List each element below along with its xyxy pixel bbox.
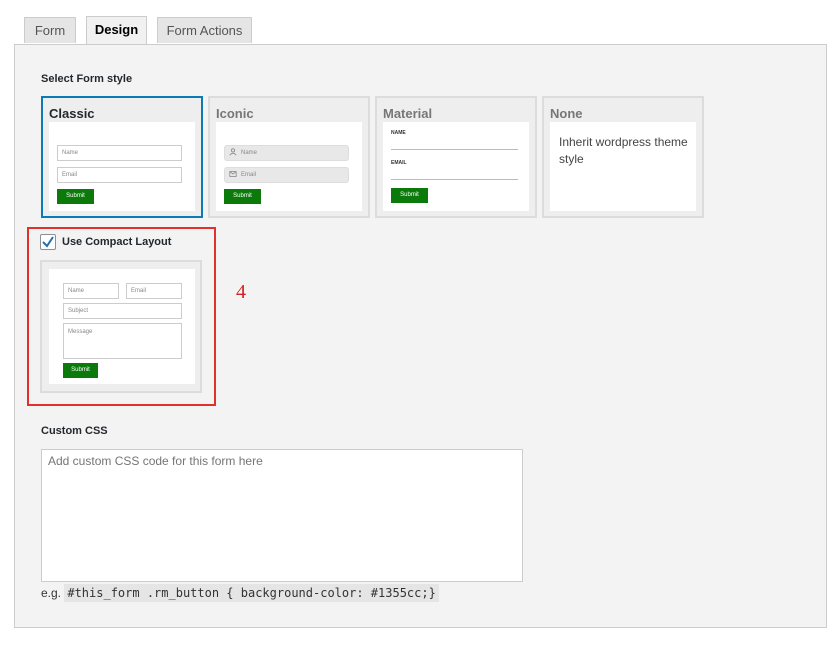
- form-style-heading: Select Form style: [41, 73, 133, 85]
- style-option-iconic[interactable]: Iconic Name Email Submit: [208, 96, 370, 218]
- preview-submit-button: Submit: [57, 189, 94, 204]
- compact-layout-label[interactable]: Use Compact Layout: [62, 236, 171, 248]
- preview-submit-button: Submit: [391, 188, 428, 203]
- tab-form-actions[interactable]: Form Actions: [157, 17, 252, 43]
- compact-preview-inner: Name Email Subject Message Submit: [49, 269, 195, 384]
- preview-submit-button: Submit: [63, 363, 98, 378]
- style-option-classic[interactable]: Classic Name Email Submit: [41, 96, 203, 218]
- checkmark-icon: [42, 236, 54, 248]
- annotation-number: 4: [236, 281, 246, 303]
- style-preview: Name Email Submit: [216, 122, 362, 211]
- compact-layout-checkbox[interactable]: [40, 234, 56, 250]
- preview-message-field: Message: [63, 323, 182, 359]
- preview-field-text: Email: [241, 172, 257, 178]
- hint-code: #this_form .rm_button { background-color…: [64, 584, 439, 602]
- preview-name-field: Name: [224, 145, 349, 161]
- preview-name-field: Name: [57, 145, 182, 161]
- style-title: Classic: [49, 106, 95, 121]
- preview-email-underline: [391, 179, 518, 180]
- preview-email-field: Email: [224, 167, 349, 183]
- preview-name-underline: [391, 149, 518, 150]
- envelope-icon: [229, 171, 237, 177]
- preview-email-field: Email: [57, 167, 182, 183]
- preview-email-field: Email: [126, 283, 182, 299]
- custom-css-heading: Custom CSS: [41, 425, 108, 437]
- custom-css-textarea[interactable]: [41, 449, 523, 582]
- preview-subject-field: Subject: [63, 303, 182, 319]
- style-option-material[interactable]: Material NAME EMAIL Submit: [375, 96, 537, 218]
- style-title: Material: [383, 106, 433, 121]
- style-preview: Inherit wordpress theme style: [550, 122, 696, 211]
- style-option-none[interactable]: None Inherit wordpress theme style: [542, 96, 704, 218]
- preview-name-label: NAME: [391, 130, 406, 136]
- user-icon: [229, 148, 237, 156]
- preview-submit-button: Submit: [224, 189, 261, 204]
- style-title: None: [550, 106, 583, 121]
- custom-css-hint: e.g. #this_form .rm_button { background-…: [41, 584, 439, 602]
- compact-layout-preview: Name Email Subject Message Submit: [40, 260, 202, 393]
- tab-design[interactable]: Design: [86, 16, 147, 44]
- none-description: Inherit wordpress theme style: [559, 135, 688, 166]
- style-preview: Name Email Submit: [49, 122, 195, 211]
- hint-prefix: e.g.: [41, 586, 62, 600]
- preview-email-label: EMAIL: [391, 160, 407, 166]
- tab-form[interactable]: Form: [24, 17, 76, 43]
- preview-field-text: Name: [241, 150, 258, 156]
- style-title: Iconic: [216, 106, 254, 121]
- style-preview: NAME EMAIL Submit: [383, 122, 529, 211]
- preview-name-field: Name: [63, 283, 119, 299]
